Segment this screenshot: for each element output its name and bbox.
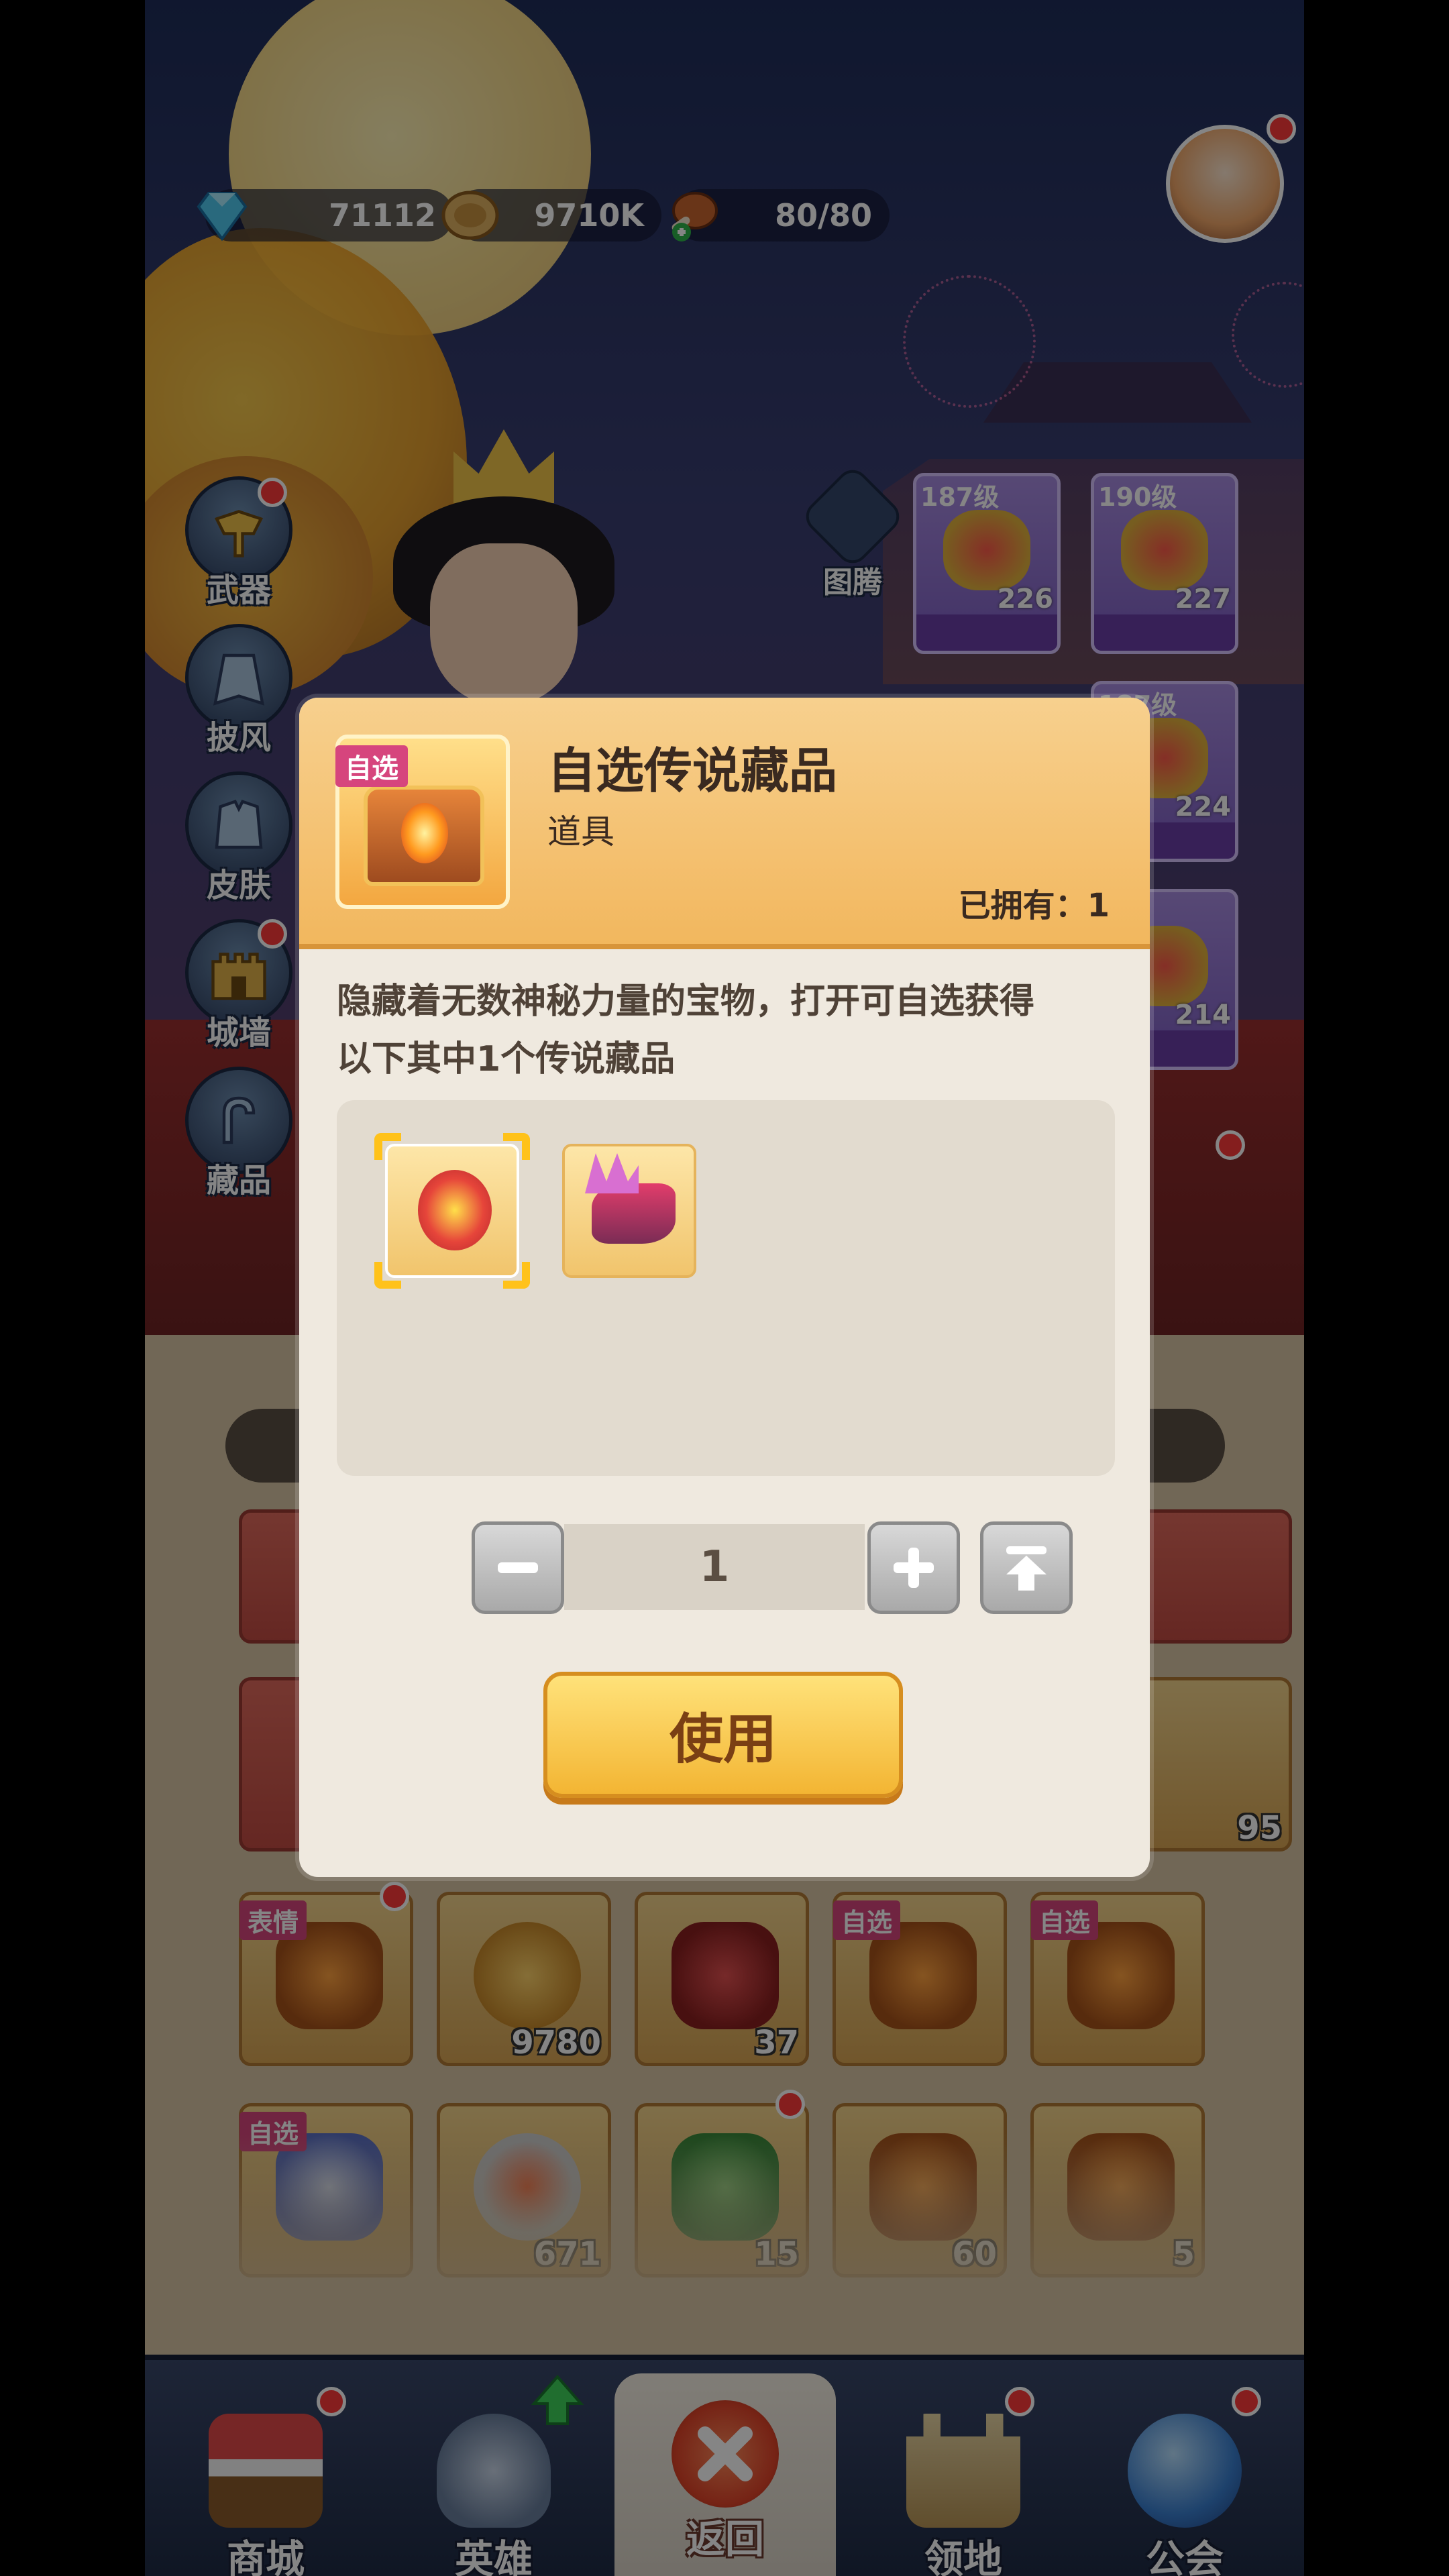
description-line: 以下其中1个传说藏品 bbox=[337, 1039, 676, 1079]
plus-icon bbox=[894, 1548, 934, 1588]
medal-icon bbox=[418, 1170, 492, 1250]
use-button[interactable]: 使用 bbox=[543, 1672, 903, 1798]
plus-button[interactable] bbox=[867, 1521, 960, 1614]
selection-corner bbox=[503, 1133, 530, 1160]
owned-count: 已拥有：1 bbox=[958, 887, 1110, 924]
minus-button[interactable] bbox=[472, 1521, 564, 1614]
item-description: 隐藏着无数神秘力量的宝物，打开可自选获得 以下其中1个传说藏品 bbox=[337, 973, 1122, 1088]
description-line: 隐藏着无数神秘力量的宝物，打开可自选获得 bbox=[337, 981, 1035, 1022]
item-detail-dialog: 自选 自选传说藏品 道具 已拥有：1 隐藏着无数神秘力量的宝物，打开可自选获得 … bbox=[299, 698, 1150, 1877]
quantity-value[interactable]: 1 bbox=[564, 1524, 865, 1610]
item-category: 道具 bbox=[547, 812, 614, 851]
selection-corner bbox=[374, 1133, 401, 1160]
dialog-header: 自选 自选传说藏品 道具 已拥有：1 bbox=[299, 698, 1150, 949]
item-title: 自选传说藏品 bbox=[547, 743, 838, 799]
selection-corner bbox=[374, 1262, 401, 1289]
selection-corner bbox=[503, 1262, 530, 1289]
choice-item-gauntlet[interactable] bbox=[562, 1144, 696, 1278]
item-icon-frame: 自选 bbox=[335, 735, 510, 909]
legendary-chest-icon bbox=[364, 786, 484, 886]
game-screen: 71112 9710K 80/80 武器 披风 皮肤 城墙 藏品 图腾 187级… bbox=[145, 0, 1304, 2576]
gauntlet-icon bbox=[592, 1183, 676, 1244]
max-arrow-icon bbox=[1006, 1546, 1046, 1591]
item-tag: 自选 bbox=[335, 745, 408, 787]
choice-item-medal[interactable] bbox=[374, 1133, 530, 1289]
max-button[interactable] bbox=[980, 1521, 1073, 1614]
choice-list bbox=[337, 1100, 1115, 1476]
minus-icon bbox=[498, 1562, 538, 1573]
